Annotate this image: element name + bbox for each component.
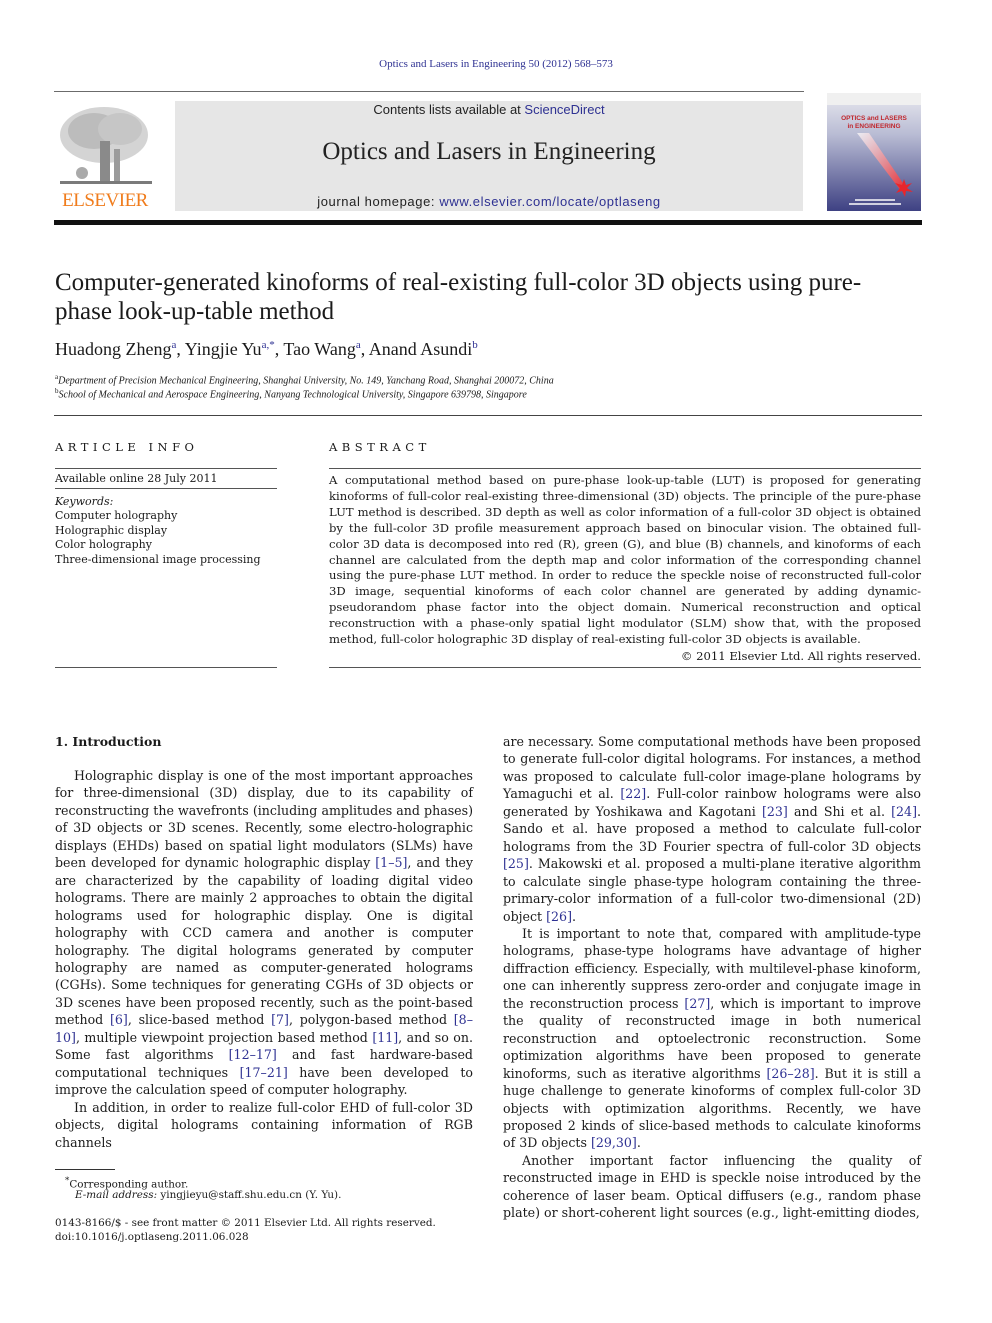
citation-link[interactable]: [6] [110, 1012, 128, 1027]
author-affil-mark[interactable]: b [472, 339, 478, 351]
running-head[interactable]: Optics and Lasers in Engineering 50 (201… [0, 58, 992, 70]
author-affil-mark[interactable]: a,* [262, 339, 275, 351]
article-info-heading: ARTICLE INFO [55, 440, 199, 454]
article-info-rule-top [55, 468, 277, 469]
footnote-rule [55, 1169, 115, 1170]
journal-title: Optics and Lasers in Engineering [322, 138, 656, 165]
title-block-rule [54, 415, 922, 416]
citation-link[interactable]: [12–17] [229, 1047, 277, 1062]
citation-link[interactable]: [26–28] [766, 1066, 814, 1081]
author-name[interactable]: Yingjie Yu [185, 339, 262, 359]
author-name[interactable]: Anand Asundi [369, 339, 473, 359]
author-list: Huadong Zhenga, Yingjie Yua,*, Tao Wanga… [55, 339, 478, 359]
section-heading-introduction: 1. Introduction [55, 734, 162, 749]
paragraph: Another important factor influencing the… [503, 1152, 921, 1221]
keyword-item[interactable]: Holographic display [55, 524, 277, 539]
email-address[interactable]: yingjieyu@staff.shu.edu.cn (Y. Yu). [160, 1189, 341, 1201]
body-column-left: Holographic display is one of the most i… [55, 767, 473, 1151]
paragraph: are necessary. Some computational method… [503, 734, 921, 924]
keyword-item[interactable]: Computer holography [55, 509, 277, 524]
abstract-body: A computational method based on pure-pha… [329, 473, 921, 647]
citation-link[interactable]: [11] [372, 1030, 398, 1045]
contents-line: Contents lists available at ScienceDirec… [175, 102, 803, 117]
citation-link[interactable]: [22] [620, 786, 646, 801]
paragraph: It is important to note that, compared w… [503, 925, 922, 1151]
article-title: Computer-generated kinoforms of real-exi… [55, 269, 862, 325]
article-info-rule-bottom [55, 667, 277, 668]
citation-link[interactable]: [27] [684, 996, 710, 1011]
citation-link[interactable]: [1–5] [375, 855, 407, 870]
author-name[interactable]: Tao Wang [283, 339, 355, 359]
citation-link[interactable]: [26] [546, 909, 572, 924]
paragraph: Holographic display is one of the most i… [55, 768, 473, 1098]
contents-prefix: Contents lists available at [373, 102, 525, 117]
author-affil-mark[interactable]: a [171, 339, 176, 351]
abstract-rule-bottom [329, 667, 921, 668]
citation-link[interactable]: [29,30] [591, 1135, 637, 1150]
elsevier-logo-text[interactable]: ELSEVIER [54, 190, 156, 212]
body-column-right: are necessary. Some computational method… [503, 733, 921, 1222]
available-online: Available online 28 July 2011 [55, 472, 218, 485]
homepage-line: journal homepage: www.elsevier.com/locat… [175, 194, 803, 209]
keyword-item[interactable]: Three-dimensional image processing [55, 553, 277, 568]
citation-link[interactable]: [17–21] [240, 1065, 288, 1080]
affiliation-b: bSchool of Mechanical and Aerospace Engi… [55, 387, 915, 400]
cover-title-2: in ENGINEERING [847, 123, 900, 130]
email-label: E-mail address: [75, 1189, 158, 1201]
keyword-item[interactable]: Color holography [55, 538, 277, 553]
issn-line: 0143-8166/$ - see front matter © 2011 El… [55, 1217, 436, 1229]
paragraph: In addition, in order to realize full-co… [55, 1099, 473, 1150]
author-affil-mark[interactable]: a [356, 339, 361, 351]
author-name[interactable]: Huadong Zheng [55, 339, 171, 359]
article-info-rule-mid [55, 488, 277, 489]
email-note: E-mail address: yingjieyu@staff.shu.edu.… [75, 1188, 495, 1202]
citation-link[interactable]: [23] [762, 804, 788, 819]
masthead-thick-rule [54, 220, 922, 225]
citation-link[interactable]: [25] [503, 856, 529, 871]
citation-link[interactable]: [7] [271, 1012, 289, 1027]
header-rule [54, 91, 804, 92]
cover-title-1: OPTICS and LASERS [841, 115, 907, 122]
citation-link[interactable]: [24] [891, 804, 917, 819]
keywords-label: Keywords: [55, 495, 114, 508]
journal-homepage-link[interactable]: www.elsevier.com/locate/optlaseng [439, 194, 660, 209]
affiliation-a: aDepartment of Precision Mechanical Engi… [55, 373, 915, 386]
abstract-rule-top [329, 468, 921, 469]
abstract-heading: ABSTRACT [329, 440, 431, 454]
journal-cover-thumbnail[interactable]: OPTICS and LASERS in ENGINEERING [827, 93, 921, 211]
abstract-copyright: © 2011 Elsevier Ltd. All rights reserved… [680, 649, 921, 663]
affiliation-text: Department of Precision Mechanical Engin… [58, 375, 554, 387]
sciencedirect-link[interactable]: ScienceDirect [524, 102, 604, 117]
doi-line[interactable]: doi:10.1016/j.optlaseng.2011.06.028 [55, 1230, 475, 1244]
homepage-prefix: journal homepage: [317, 194, 440, 209]
affiliation-text: School of Mechanical and Aerospace Engin… [58, 389, 527, 401]
